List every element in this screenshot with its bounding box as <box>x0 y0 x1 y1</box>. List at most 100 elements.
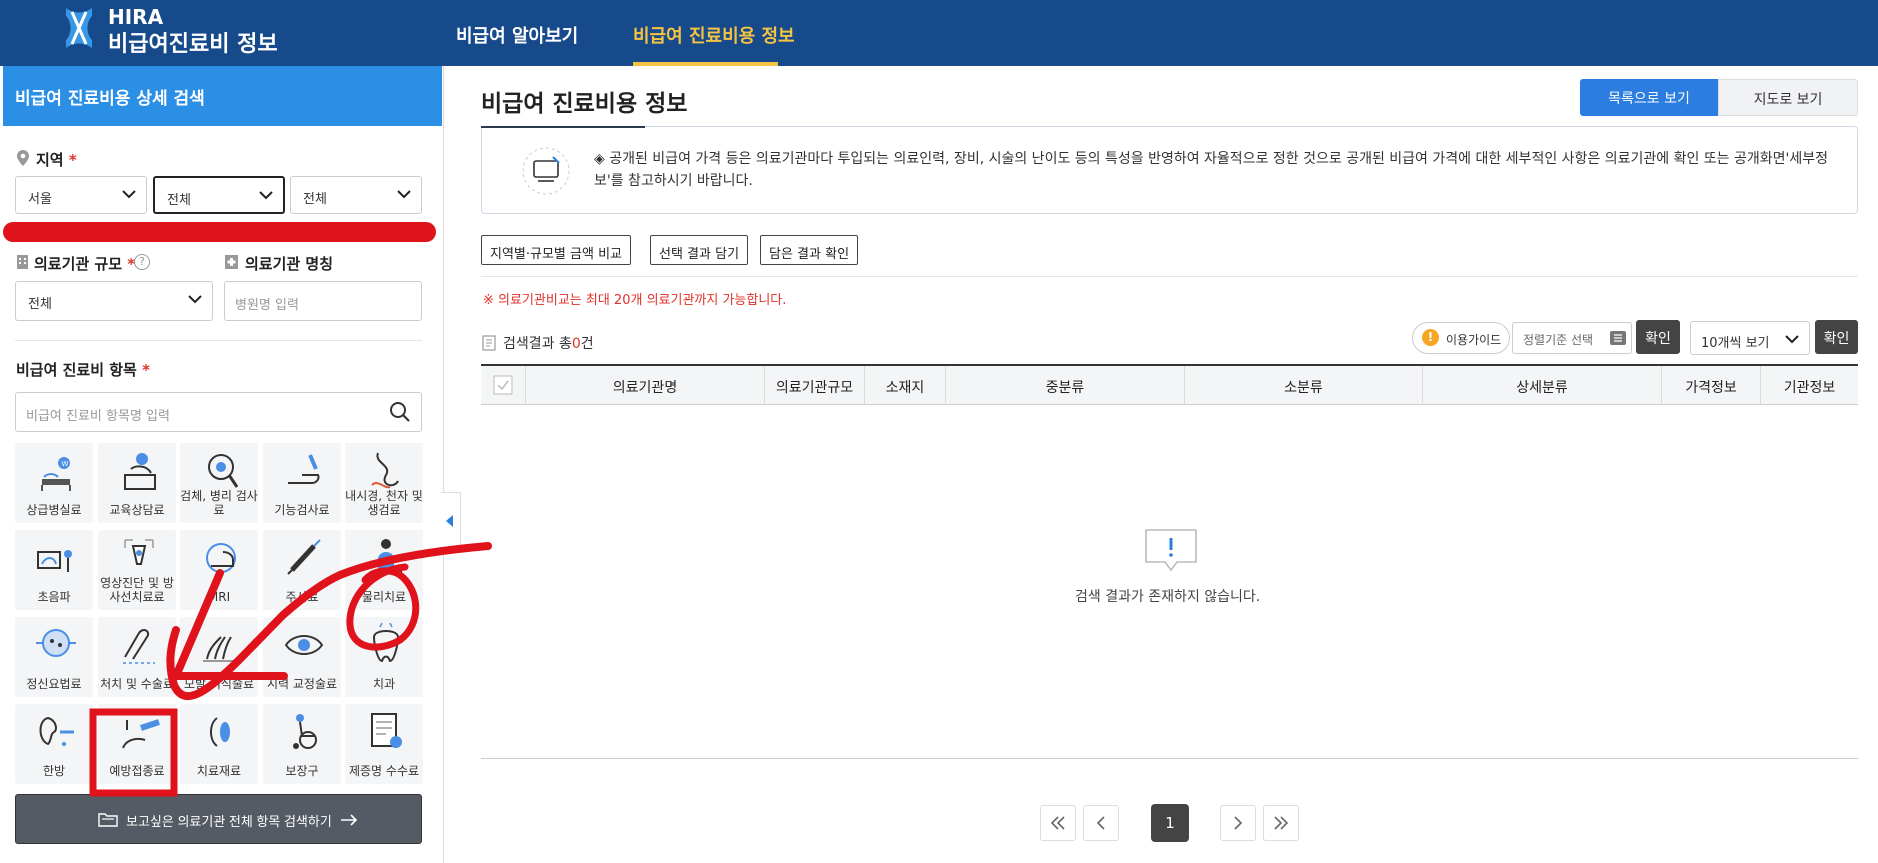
region-sido-select[interactable]: 서울 <box>15 176 147 214</box>
category-ultrasound[interactable]: 초음파 <box>15 530 93 610</box>
per-page-confirm-button[interactable]: 확인 <box>1815 320 1858 354</box>
category-specimen-pathology[interactable]: 검체, 병리 검사료 <box>180 443 258 523</box>
chevron-left-icon <box>1096 816 1105 830</box>
category-imaging-radiation[interactable]: 영상진단 및 방사선치료료 <box>98 530 176 610</box>
category-physical-therapy[interactable]: 물리치료 <box>345 530 423 610</box>
col-detail-category[interactable]: 상세분류 <box>1423 366 1662 405</box>
region-required-mark: * <box>68 151 77 169</box>
category-vaccination[interactable]: 예방접종료 <box>98 704 176 784</box>
chevron-down-icon <box>1785 335 1799 344</box>
nav-active-underline <box>633 62 778 66</box>
category-mri[interactable]: MRI <box>180 530 258 610</box>
select-all-cell <box>481 366 526 405</box>
first-page-button[interactable] <box>1040 805 1076 841</box>
sidebar-collapse-toggle[interactable] <box>441 492 461 548</box>
hospital-name-label: 의료기관 명칭 <box>245 255 334 273</box>
category-treatment-materials[interactable]: 치료재료 <box>180 704 258 784</box>
notice-text: ◈ 공개된 비급여 가격 등은 의료기관마다 투입되는 의료인력, 장비, 시술… <box>594 151 1829 189</box>
search-icon[interactable] <box>389 401 411 423</box>
chevron-down-icon <box>397 190 411 199</box>
hira-logo-icon[interactable] <box>60 4 98 52</box>
treatment-surgery-icon <box>123 629 155 664</box>
svg-text:W: W <box>62 460 69 468</box>
chevron-right-icon <box>1234 816 1243 830</box>
action-divider <box>481 276 1858 277</box>
scale-select[interactable]: 전체 <box>15 281 213 321</box>
category-private-room-fee[interactable]: W 상급병실료 <box>15 443 93 523</box>
checkbox-icon[interactable] <box>493 375 513 395</box>
category-label: 검체, 병리 검사료 <box>180 489 258 517</box>
endoscopy-biopsy-icon <box>371 452 399 489</box>
list-view-button[interactable]: 목록으로 보기 <box>1580 79 1718 116</box>
category-oriental-medicine[interactable]: 한방 <box>15 704 93 784</box>
category-vision-correction[interactable]: 시력 교정술료 <box>263 617 341 697</box>
sort-select[interactable]: 정렬기준 선택 <box>1512 322 1632 354</box>
category-function-test[interactable]: 기능검사료 <box>263 443 341 523</box>
hair-transplant-icon <box>203 636 239 662</box>
region-sigungu-select[interactable]: 전체 <box>153 176 285 214</box>
category-endoscopy-biopsy[interactable]: 내시경, 천자 및 생검료 <box>345 443 423 523</box>
category-label: 제증명 수수료 <box>348 764 420 778</box>
category-label: 주사료 <box>285 590 319 604</box>
counseling-fee-icon <box>124 453 156 490</box>
sort-confirm-button[interactable]: 확인 <box>1636 320 1680 354</box>
logo-text-title[interactable]: 비급여진료비 정보 <box>108 26 278 58</box>
private-room-fee-icon: W <box>41 457 71 491</box>
col-institution-info[interactable]: 기관정보 <box>1761 366 1858 405</box>
next-page-button[interactable] <box>1220 805 1256 841</box>
last-page-button[interactable] <box>1263 805 1299 841</box>
category-counseling-fee[interactable]: 교육상담료 <box>98 443 176 523</box>
nav-cost-info[interactable]: 비급여 진료비용 정보 <box>633 22 795 48</box>
imaging-radiation-icon <box>124 539 154 565</box>
category-psychotherapy[interactable]: 정신요법료 <box>15 617 93 697</box>
hospital-name-input[interactable]: 병원명 입력 <box>224 281 422 321</box>
folder-icon <box>98 813 118 827</box>
region-dong-select[interactable]: 전체 <box>290 176 422 214</box>
sidebar-header: 비급여 진료비용 상세 검색 <box>3 66 442 126</box>
col-mid-category[interactable]: 중분류 <box>946 366 1185 405</box>
category-label: 예방접종료 <box>109 764 165 778</box>
search-all-items-button[interactable]: 보고싶은 의료기관 전체 항목 검색하기 <box>15 794 422 844</box>
col-hospital-name[interactable]: 의료기관명 <box>526 366 765 405</box>
save-selection-button[interactable]: 선택 결과 담기 <box>650 235 749 265</box>
sidebar-title: 비급여 진료비용 상세 검색 <box>15 89 205 109</box>
category-label: MRI <box>207 590 231 604</box>
category-label: 영상진단 및 방사선치료료 <box>100 576 174 604</box>
scale-value: 전체 <box>28 297 52 312</box>
nav-learn-noncovered[interactable]: 비급여 알아보기 <box>456 22 578 48</box>
notice-accent-line <box>481 126 645 128</box>
map-view-button[interactable]: 지도로 보기 <box>1718 79 1858 116</box>
compare-by-region-button[interactable]: 지역별·규모별 금액 비교 <box>481 235 631 265</box>
help-icon[interactable]: ? <box>134 254 150 270</box>
region-label-text: 지역 <box>36 151 64 169</box>
col-hospital-scale[interactable]: 의료기관규모 <box>765 366 865 405</box>
category-assistive-device[interactable]: 보장구 <box>263 704 341 784</box>
page-number-current[interactable]: 1 <box>1151 804 1189 842</box>
category-injection[interactable]: 주사료 <box>263 530 341 610</box>
oriental-medicine-icon <box>39 716 74 746</box>
category-hair-transplant[interactable]: 모발 이식술료 <box>180 617 258 697</box>
col-sub-category[interactable]: 소분류 <box>1185 366 1423 405</box>
certificate-fee-icon <box>371 713 402 748</box>
view-saved-button[interactable]: 담은 결과 확인 <box>760 235 859 265</box>
category-dental[interactable]: 치과 <box>345 617 423 697</box>
sidebar-divider <box>15 340 422 341</box>
vaccination-icon <box>122 719 160 749</box>
region-label: 지역 * <box>36 149 77 170</box>
category-label: 기능검사료 <box>274 503 330 517</box>
items-search-input[interactable]: 비급여 진료비 항목명 입력 <box>15 392 422 432</box>
monitor-notice-icon <box>522 147 570 195</box>
items-label-text: 비급여 진료비 항목 <box>16 361 137 379</box>
per-page-select[interactable]: 10개씩 보기 <box>1690 321 1810 355</box>
col-location[interactable]: 소재지 <box>865 366 946 405</box>
category-treatment-surgery[interactable]: 처치 및 수술료 <box>98 617 176 697</box>
info-exclamation-icon: ! <box>1422 329 1439 346</box>
result-suffix: 건 <box>580 336 594 352</box>
col-price-info[interactable]: 가격정보 <box>1662 366 1761 405</box>
category-label: 치과 <box>372 677 396 691</box>
hospital-icon <box>225 255 238 269</box>
prev-page-button[interactable] <box>1083 805 1119 841</box>
category-certificate-fee[interactable]: 제증명 수수료 <box>345 704 423 784</box>
category-label: 모발 이식술료 <box>183 677 255 691</box>
category-label: 보장구 <box>285 764 319 778</box>
